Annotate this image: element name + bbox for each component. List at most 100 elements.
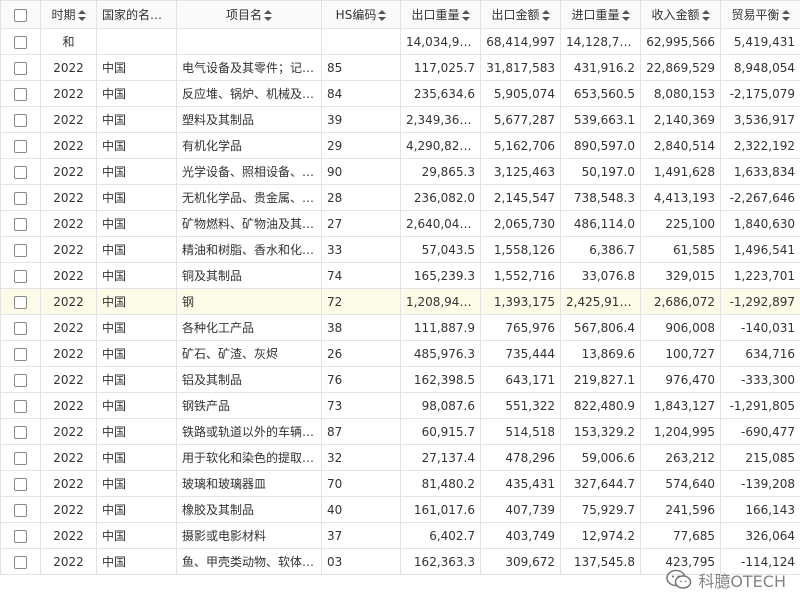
table-row[interactable]: 2022 中国钢 72 1,208,940.6 1,393,175 2,425,915.2… bbox=[0, 288, 800, 315]
row-select-cell[interactable] bbox=[0, 366, 41, 393]
table-row[interactable]: 2022 中国 矿物燃料、矿物油及其馏… 27 2,640,048.6 2,065,730… bbox=[0, 210, 800, 237]
table-row[interactable]: 2022 中国 各种化工产品 38 111,887.9 765,976 567,806.4 9… bbox=[0, 314, 800, 341]
sort-icon[interactable] bbox=[264, 10, 272, 21]
col-header-income-value[interactable]: 收入金额 bbox=[640, 0, 721, 29]
cell-trade-balance: 215,085 bbox=[720, 444, 800, 471]
row-select-cell[interactable] bbox=[0, 184, 41, 211]
row-checkbox[interactable] bbox=[14, 373, 27, 387]
row-checkbox[interactable] bbox=[14, 243, 27, 257]
cell-hs-code: 73 bbox=[321, 392, 401, 419]
table-row[interactable]: 2022 中国 无机化学品、贵金属、稀… 28 236,082.0 2,145,547 73… bbox=[0, 184, 800, 211]
col-header-trade-balance[interactable]: 贸易平衡 bbox=[720, 0, 800, 29]
row-select-cell[interactable] bbox=[0, 262, 41, 289]
sort-icon[interactable] bbox=[781, 10, 790, 21]
sum-trade-balance: 5,419,431 bbox=[720, 28, 800, 55]
sort-icon[interactable] bbox=[541, 10, 550, 21]
col-header-country[interactable]: 国家的名字 bbox=[96, 0, 177, 29]
row-checkbox[interactable] bbox=[14, 503, 27, 517]
table-row[interactable]: 2022 中国 铝及其制品 76 162,398.5 643,171 219,827.1 97… bbox=[0, 366, 800, 393]
cell-period: 2022 bbox=[40, 340, 97, 367]
row-checkbox[interactable] bbox=[14, 295, 27, 309]
table-row[interactable]: 2022 中国 矿石、矿渣、灰烬 26 485,976.3 735,444 13,869.6… bbox=[0, 340, 800, 367]
row-checkbox[interactable] bbox=[14, 451, 27, 465]
row-checkbox[interactable] bbox=[14, 217, 27, 231]
cell-country: 中国 bbox=[96, 236, 177, 263]
cell-country: 中国 bbox=[96, 132, 177, 159]
sort-icon[interactable] bbox=[378, 10, 387, 21]
sum-export-value: 68,414,997 bbox=[480, 28, 561, 55]
row-checkbox[interactable] bbox=[14, 35, 27, 49]
row-checkbox[interactable] bbox=[14, 113, 27, 127]
table-row[interactable]: 2022 中国 塑料及其制品 39 2,349,369.6 5,677,287 539,66… bbox=[0, 106, 800, 133]
sort-icon[interactable] bbox=[164, 10, 173, 21]
cell-country: 中国 bbox=[96, 548, 177, 575]
col-header-period[interactable]: 时期 bbox=[40, 0, 97, 29]
sort-icon[interactable] bbox=[701, 10, 710, 21]
table-row[interactable]: 2022 中国 精油和树脂、香水和化妆… 33 57,043.5 1,558,126 6,3… bbox=[0, 236, 800, 263]
row-checkbox[interactable] bbox=[14, 555, 27, 569]
row-select-cell[interactable] bbox=[0, 444, 41, 471]
row-select-cell[interactable] bbox=[0, 340, 41, 367]
row-select-cell[interactable] bbox=[0, 28, 41, 55]
row-checkbox[interactable] bbox=[14, 87, 27, 101]
row-checkbox[interactable] bbox=[14, 477, 27, 491]
table-row[interactable]: 2022 中国 铜及其制品 74 165,239.3 1,552,716 33,076.8 3… bbox=[0, 262, 800, 289]
table-row[interactable]: 2022 中国 钢铁产品 73 98,087.6 551,322 822,480.9 1,84… bbox=[0, 392, 800, 419]
sort-icon[interactable] bbox=[621, 10, 630, 21]
row-checkbox[interactable] bbox=[14, 269, 27, 283]
sort-icon[interactable] bbox=[77, 10, 86, 21]
col-header-export-weight[interactable]: 出口重量 bbox=[400, 0, 481, 29]
row-select-cell[interactable] bbox=[0, 522, 41, 549]
row-select-cell[interactable] bbox=[0, 210, 41, 237]
row-checkbox[interactable] bbox=[14, 61, 27, 75]
table-row[interactable]: 2022 中国 玻璃和玻璃器皿 70 81,480.2 435,431 327,644.7 5… bbox=[0, 470, 800, 497]
row-checkbox[interactable] bbox=[14, 529, 27, 543]
col-header-export-value[interactable]: 出口金额 bbox=[480, 0, 561, 29]
row-select-cell[interactable] bbox=[0, 236, 41, 263]
select-all-checkbox[interactable] bbox=[14, 8, 27, 22]
row-checkbox[interactable] bbox=[14, 191, 27, 205]
row-select-cell[interactable] bbox=[0, 392, 41, 419]
cell-export-weight: 4,290,826.0 bbox=[400, 132, 481, 159]
row-select-cell[interactable] bbox=[0, 470, 41, 497]
table-row[interactable]: 2022 中国 铁路或轨道以外的车辆及… 87 60,915.7 514,518 153,3… bbox=[0, 418, 800, 445]
row-select-cell[interactable] bbox=[0, 548, 41, 575]
row-select-cell[interactable] bbox=[0, 288, 41, 315]
table-row[interactable]: 2022 中国 电气设备及其零件；记录… 85 117,025.7 31,817,583 4… bbox=[0, 54, 800, 81]
cell-income-value: 1,843,127 bbox=[640, 392, 721, 419]
cell-import-weight: 486,114.0 bbox=[560, 210, 641, 237]
row-select-cell[interactable] bbox=[0, 106, 41, 133]
table-row[interactable]: 2022 中国 橡胶及其制品 40 161,017.6 407,739 75,929.7 24… bbox=[0, 496, 800, 523]
table-row[interactable]: 2022 中国 用于软化和染色的提取物… 32 27,137.4 478,296 59,00… bbox=[0, 444, 800, 471]
row-select-cell[interactable] bbox=[0, 54, 41, 81]
row-select-cell[interactable] bbox=[0, 158, 41, 185]
table-row[interactable]: 2022 中国 有机化学品 29 4,290,826.0 5,162,706 890,597… bbox=[0, 132, 800, 159]
cell-item: 反应堆、锅炉、机械及其… bbox=[176, 80, 322, 107]
cell-item: 钢铁产品 bbox=[176, 392, 322, 419]
col-header-hs-code[interactable]: HS编码 bbox=[321, 0, 401, 29]
row-checkbox[interactable] bbox=[14, 425, 27, 439]
cell-hs-code: 87 bbox=[321, 418, 401, 445]
cell-export-weight: 485,976.3 bbox=[400, 340, 481, 367]
table-row[interactable]: 2022 中国 光学设备、照相设备、胶… 90 29,865.3 3,125,463 50,… bbox=[0, 158, 800, 185]
col-header-import-weight[interactable]: 进口重量 bbox=[560, 0, 641, 29]
row-select-cell[interactable] bbox=[0, 132, 41, 159]
row-select-cell[interactable] bbox=[0, 80, 41, 107]
row-checkbox[interactable] bbox=[14, 139, 27, 153]
row-checkbox[interactable] bbox=[14, 347, 27, 361]
cell-hs-code: 85 bbox=[321, 54, 401, 81]
col-header-item[interactable]: 项目名 bbox=[176, 0, 322, 29]
row-checkbox[interactable] bbox=[14, 321, 27, 335]
sort-icon[interactable] bbox=[461, 10, 470, 21]
trade-data-table: 时期 国家的名字 项目名 HS编码 出口重量 出口金额 进口重量 收入金额 贸易… bbox=[0, 0, 800, 575]
table-row[interactable]: 2022 中国 反应堆、锅炉、机械及其… 84 235,634.6 5,905,074 65… bbox=[0, 80, 800, 107]
cell-trade-balance: 634,716 bbox=[720, 340, 800, 367]
select-all-cell[interactable] bbox=[0, 0, 41, 29]
table-row[interactable]: 2022 中国 摄影或电影材料 37 6,402.7 403,749 12,974.2 77,… bbox=[0, 522, 800, 549]
cell-export-weight: 236,082.0 bbox=[400, 184, 481, 211]
row-checkbox[interactable] bbox=[14, 165, 27, 179]
row-checkbox[interactable] bbox=[14, 399, 27, 413]
row-select-cell[interactable] bbox=[0, 418, 41, 445]
row-select-cell[interactable] bbox=[0, 314, 41, 341]
row-select-cell[interactable] bbox=[0, 496, 41, 523]
